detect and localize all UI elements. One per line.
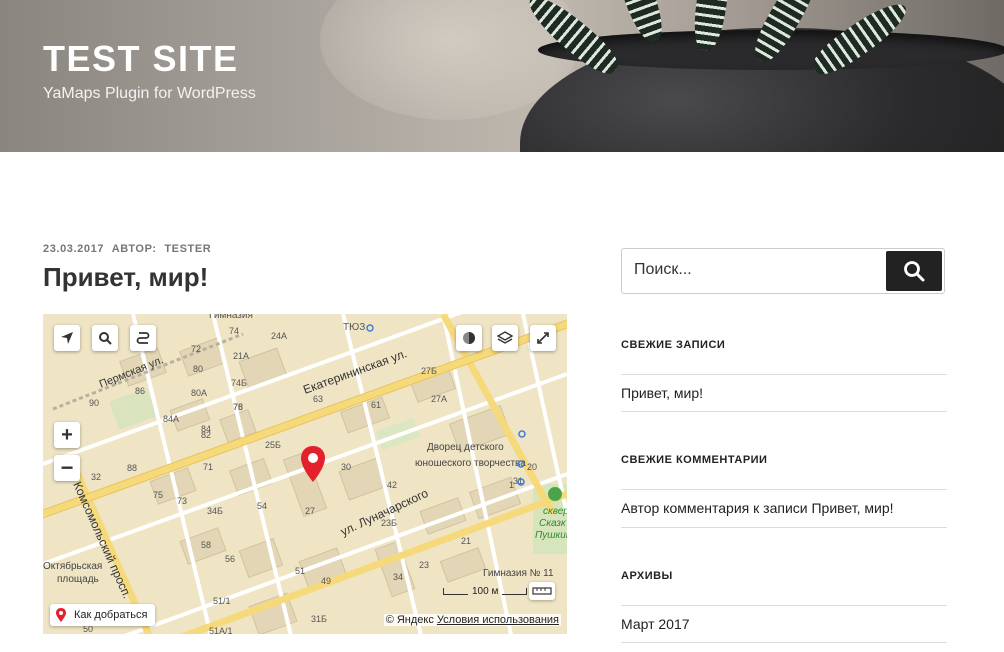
divider — [621, 527, 947, 528]
map-label: Пушкина — [535, 530, 567, 541]
zoom-out-button[interactable]: − — [54, 455, 80, 481]
house-number: 23 — [419, 560, 429, 570]
house-number: 75 — [153, 490, 163, 500]
house-number: 54 — [257, 501, 267, 511]
map-label: ул. Луначарского — [338, 486, 430, 539]
house-number: 32 — [91, 472, 101, 482]
divider — [621, 374, 947, 375]
house-number: 63 — [313, 394, 323, 404]
house-number: 51/1 — [213, 596, 231, 606]
entry-meta: 23.03.2017 АВТОР: TESTER — [43, 243, 211, 255]
post-title[interactable]: Привет, мир! — [43, 262, 208, 293]
map-label: сквер — [543, 506, 567, 517]
house-number: 84А — [163, 414, 179, 424]
get-directions-label: Как добраться — [74, 609, 148, 621]
map-label: Дворец детского — [427, 442, 504, 453]
map-label: Екатерининская ул. — [301, 346, 409, 397]
recent-comments-title: СВЕЖИЕ КОММЕНТАРИИ — [621, 454, 768, 466]
archives-title: АРХИВЫ — [621, 570, 673, 582]
site-description: YaMaps Plugin for WordPress — [43, 85, 256, 102]
scale-label: 100 м — [472, 586, 499, 597]
recent-comment-link[interactable]: Автор комментария к записи Привет, мир! — [621, 500, 894, 516]
house-number: 23Б — [381, 518, 397, 528]
get-directions-button[interactable]: Как добраться — [50, 604, 156, 626]
divider — [621, 411, 947, 412]
divider — [621, 489, 947, 490]
map-copyright: © Яндекс Условия использования — [383, 614, 561, 626]
author-label: АВТОР: — [111, 243, 157, 255]
map-label: Октябрьская — [43, 560, 102, 572]
house-number: 21А — [233, 351, 249, 361]
house-number: 27Б — [421, 366, 437, 376]
archive-link[interactable]: Март 2017 — [621, 616, 690, 632]
map-label: Пермская ул. — [98, 354, 166, 391]
ruler-button[interactable] — [529, 582, 555, 600]
search-button[interactable] — [886, 251, 942, 291]
house-number: 34 — [393, 572, 403, 582]
location-marker-icon[interactable] — [298, 444, 328, 484]
traffic-button[interactable] — [456, 325, 482, 351]
house-number: 82 — [201, 430, 211, 440]
house-number: 76 — [233, 402, 243, 412]
house-number: 30 — [341, 462, 351, 472]
house-number: 49 — [321, 576, 331, 586]
terms-link[interactable]: Условия использования — [437, 614, 559, 626]
house-number: 61 — [371, 400, 381, 410]
house-number: 34Б — [207, 506, 223, 516]
copyright-text: © Яндекс — [385, 614, 434, 626]
house-number: 90 — [89, 398, 99, 408]
house-number: 20 — [527, 462, 537, 472]
pin-icon — [56, 608, 66, 622]
house-number: 27А — [431, 394, 447, 404]
house-number: 21 — [461, 536, 471, 546]
house-number: 73 — [177, 496, 187, 506]
divider — [621, 605, 947, 606]
post-author[interactable]: TESTER — [164, 243, 211, 255]
house-number: 86 — [135, 386, 145, 396]
map-search-button[interactable] — [92, 325, 118, 351]
house-number: 74 — [229, 326, 239, 336]
map-scale: 100 м — [439, 586, 531, 597]
house-number: 80 — [193, 364, 203, 374]
house-number: 27 — [305, 506, 315, 516]
house-number: 24А — [271, 331, 287, 341]
search-form: Поиск... — [621, 248, 945, 294]
house-number: 51А/1 — [209, 626, 233, 634]
route-button[interactable] — [130, 325, 156, 351]
house-number: 31Б — [311, 614, 327, 624]
fullscreen-button[interactable] — [530, 325, 556, 351]
map-label: Гимназия — [209, 314, 253, 321]
house-number: 80А — [191, 388, 207, 398]
house-number: 74Б — [231, 378, 247, 388]
house-number: 56 — [225, 554, 235, 564]
divider — [621, 642, 947, 643]
house-number: 88 — [127, 463, 137, 473]
map-label: Гимназия № 11 — [483, 568, 554, 579]
search-icon — [904, 261, 925, 282]
map-label: ТЮЗ — [343, 322, 365, 333]
site-header: TEST SITE YaMaps Plugin for WordPress — [0, 0, 1004, 152]
map-label: юношеского творчества — [415, 458, 526, 469]
map-label: площадь — [57, 574, 99, 585]
house-number: 51 — [295, 566, 305, 576]
post-date[interactable]: 23.03.2017 — [43, 243, 104, 255]
zoom-in-button[interactable]: + — [54, 422, 80, 448]
recent-posts-title: СВЕЖИЕ ЗАПИСИ — [621, 339, 726, 351]
layers-button[interactable] — [492, 325, 518, 351]
geolocation-button[interactable] — [54, 325, 80, 351]
yandex-map[interactable]: Пермская ул. Екатерининская ул. ул. Луна… — [43, 314, 567, 634]
house-number: 71 — [203, 462, 213, 472]
map-label: Сказк — [539, 518, 567, 529]
recent-post-link[interactable]: Привет, мир! — [621, 385, 703, 401]
house-number: 72 — [191, 344, 201, 354]
site-title[interactable]: TEST SITE — [43, 38, 239, 80]
house-number: 25Б — [265, 440, 281, 450]
house-number: 58 — [201, 540, 211, 550]
search-input[interactable]: Поиск... — [634, 261, 692, 279]
house-number: 42 — [387, 480, 397, 490]
